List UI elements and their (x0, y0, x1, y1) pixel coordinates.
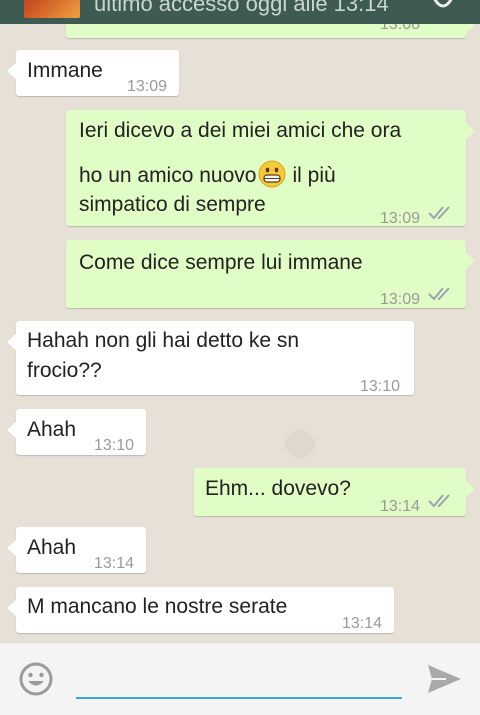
message-bubble-outgoing[interactable]: Come dice sempre lui immane 13:09 (66, 240, 475, 308)
chat-area[interactable]: 13:08 Immane 13:09 Ieri dicevo a dei mie… (0, 24, 480, 642)
message-time: 13:09 (380, 291, 421, 308)
message-text: Ieri dicevo a dei miei amici che ora (79, 119, 402, 142)
message-text: Come dice sempre lui immane (79, 251, 363, 274)
message-time: 13:10 (94, 437, 135, 454)
message-text: Ehm... dovevo? (205, 477, 351, 500)
message-text: simpatico di sempre (79, 193, 266, 216)
message-time: 13:08 (380, 24, 421, 33)
message-text-part: ho un amico nuovo (79, 164, 257, 187)
message-bubble-incoming[interactable]: Immane 13:09 (7, 50, 179, 96)
message-bubble-incoming[interactable]: Ahah 13:14 (7, 527, 146, 573)
message-time: 13:14 (342, 615, 383, 632)
message-text: Ahah (27, 536, 77, 559)
message-text: ho un amico nuovo il più (79, 160, 336, 191)
contact-avatar[interactable] (24, 0, 80, 18)
message-bubble-incoming[interactable]: Ahah 13:10 (7, 409, 146, 455)
chat-header: ultimo accesso oggi alle 13:14 (0, 0, 480, 24)
read-ticks-icon (428, 287, 450, 301)
message-bubble-incoming[interactable]: M mancano le nostre serate 13:14 (7, 587, 394, 633)
smiley-icon[interactable] (18, 661, 54, 697)
message-bubble-incoming[interactable]: Hahah non gli hai detto ke sn frocio?? 1… (7, 321, 414, 395)
read-ticks-icon (428, 206, 450, 220)
message-time: 13:09 (127, 78, 168, 95)
message-text: M mancano le nostre serate (27, 595, 288, 618)
message-time: 13:14 (380, 498, 421, 515)
message-text-part: il più (292, 164, 336, 187)
send-icon[interactable] (424, 661, 464, 697)
message-text: Hahah non gli hai detto ke sn (27, 329, 300, 352)
message-time: 13:10 (360, 378, 401, 395)
message-bubble-outgoing[interactable]: Ieri dicevo a dei miei amici che ora ho … (66, 110, 475, 227)
read-ticks-icon (428, 494, 450, 508)
message-text: frocio?? (27, 359, 102, 382)
message-time: 13:14 (94, 555, 135, 572)
message-composer (0, 642, 480, 715)
message-input[interactable] (76, 659, 402, 699)
grinning-face-icon (258, 160, 286, 188)
message-text: Immane (27, 59, 103, 82)
message-text: Ahah (27, 418, 77, 441)
attach-icon[interactable] (428, 0, 458, 18)
message-bubble-outgoing[interactable]: Ehm... dovevo? 13:14 (194, 468, 475, 516)
last-seen-text: ultimo accesso oggi alle 13:14 (94, 0, 389, 16)
message-bubble-partial: 13:08 (66, 24, 475, 38)
message-time: 13:09 (380, 210, 421, 227)
